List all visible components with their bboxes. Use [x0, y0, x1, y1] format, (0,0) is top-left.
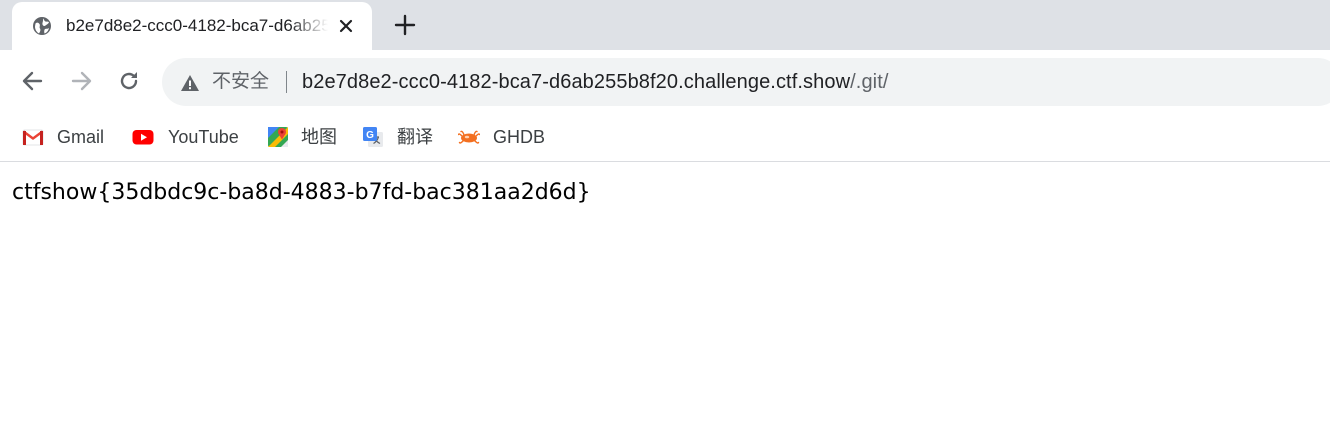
bookmark-ghdb[interactable]: GHDB — [458, 124, 550, 150]
bookmark-maps[interactable]: 地图 — [267, 124, 343, 150]
bookmark-label: 地图 — [301, 127, 337, 147]
bookmark-label: YouTube — [168, 127, 239, 147]
bookmark-translate[interactable]: G 翻译 — [362, 124, 440, 150]
navigation-toolbar: 不安全 b2e7d8e2-ccc0-4182-bca7-d6ab255b8f20… — [0, 50, 1330, 112]
arrow-left-icon[interactable] — [20, 68, 46, 94]
url-path: /.git/ — [850, 71, 889, 93]
reload-icon[interactable] — [116, 68, 142, 94]
bookmarks-bar: Gmail YouTube 地图 G 翻译 GHDB — [0, 112, 1330, 162]
bookmark-label: 翻译 — [397, 127, 433, 147]
security-status-label[interactable]: 不安全 — [212, 70, 269, 94]
bookmark-gmail[interactable]: Gmail — [22, 124, 112, 150]
url-text[interactable]: b2e7d8e2-ccc0-4182-bca7-d6ab255b8f20.cha… — [302, 69, 889, 95]
page-content: ctfshow{35dbdc9c-ba8d-4883-b7fd-bac381aa… — [0, 162, 1330, 442]
url-host: b2e7d8e2-ccc0-4182-bca7-d6ab255b8f20.cha… — [302, 71, 851, 93]
youtube-icon — [132, 130, 154, 145]
bookmark-label: GHDB — [493, 127, 546, 147]
bookmark-youtube[interactable]: YouTube — [132, 124, 246, 150]
ghdb-icon — [458, 130, 480, 144]
gmail-icon — [22, 129, 44, 146]
close-icon[interactable] — [336, 16, 356, 36]
tab-title: b2e7d8e2-ccc0-4182-bca7-d6ab255b8f20.cha… — [66, 16, 328, 35]
translate-icon: G — [363, 127, 383, 147]
svg-text:G: G — [366, 130, 374, 141]
plus-icon[interactable] — [392, 12, 418, 38]
maps-icon — [268, 127, 288, 147]
page-body-text: ctfshow{35dbdc9c-ba8d-4883-b7fd-bac381aa… — [12, 180, 591, 205]
warning-triangle-icon[interactable] — [180, 73, 200, 93]
globe-icon — [33, 17, 51, 35]
tab-strip: b2e7d8e2-ccc0-4182-bca7-d6ab255b8f20.cha… — [0, 0, 1330, 50]
address-bar[interactable]: 不安全 b2e7d8e2-ccc0-4182-bca7-d6ab255b8f20… — [162, 58, 1330, 106]
bookmark-label: Gmail — [57, 127, 105, 147]
active-tab[interactable]: b2e7d8e2-ccc0-4182-bca7-d6ab255b8f20.cha… — [12, 2, 372, 50]
arrow-right-icon[interactable] — [68, 68, 94, 94]
security-divider — [286, 71, 287, 93]
